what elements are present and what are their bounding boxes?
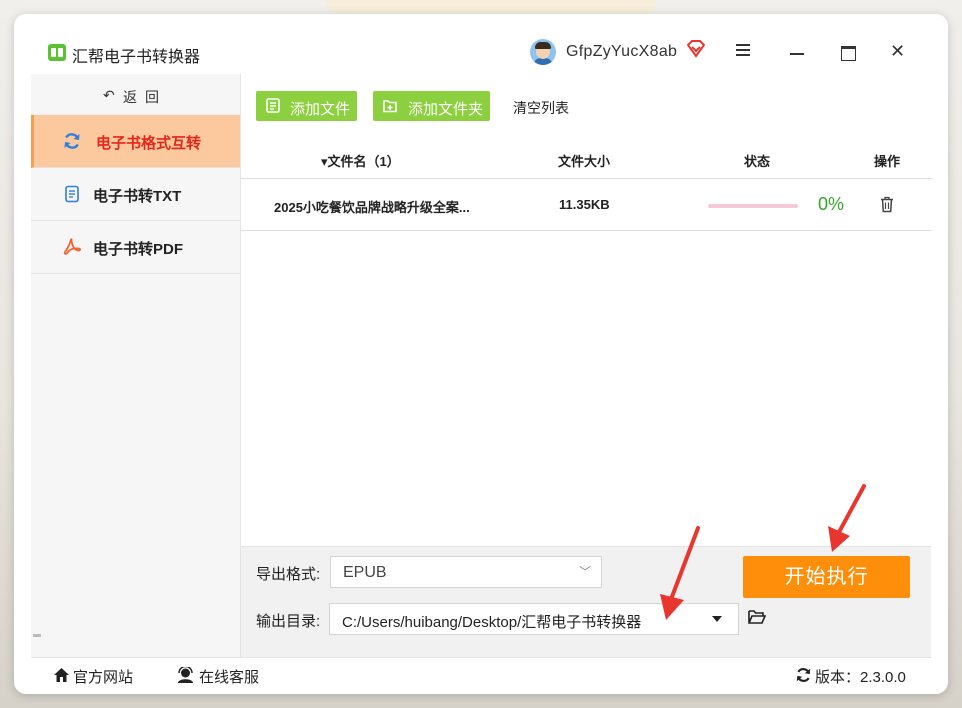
table-header: ▾文件名（1） 文件大小 状态 操作	[241, 146, 932, 179]
format-select[interactable]: EPUB ﹀	[330, 556, 602, 588]
annotation-arrow-dir	[660, 526, 700, 620]
clear-list-button[interactable]: 清空列表	[513, 98, 569, 118]
document-icon	[65, 185, 79, 203]
version-label[interactable]: 版本：2.3.0.0	[815, 666, 906, 687]
sidebar-item-txt[interactable]: 电子书转TXT	[31, 168, 240, 221]
column-header-action: 操作	[874, 154, 901, 169]
vip-diamond-icon[interactable]	[686, 40, 706, 58]
dropdown-caret-icon	[712, 616, 722, 622]
pdf-icon	[63, 238, 81, 255]
close-icon[interactable]: ✕	[890, 42, 905, 60]
sidebar: ↶ 返回 电子书格式互转 电子书转TXT 电子书转PDF	[31, 74, 241, 657]
back-label: 返回	[123, 89, 167, 105]
output-settings-panel: 导出格式: EPUB ﹀ 输出目录: C:/Users/huibang/Desk…	[241, 546, 931, 658]
add-file-button[interactable]: 添加文件	[256, 91, 357, 121]
official-website-link[interactable]: 官方网站	[73, 666, 133, 687]
output-dir-value: C:/Users/huibang/Desktop/汇帮电子书转换器	[342, 614, 642, 631]
add-folder-icon	[383, 100, 397, 113]
sidebar-item-format-convert[interactable]: 电子书格式互转	[31, 115, 240, 168]
format-label: 导出格式:	[256, 566, 321, 583]
add-file-label: 添加文件	[290, 101, 351, 118]
column-header-name[interactable]: ▾文件名（1）	[321, 151, 400, 170]
background-decoration	[326, 0, 656, 14]
sidebar-resize-handle[interactable]	[33, 634, 41, 637]
chevron-down-icon: ﹀	[578, 565, 591, 579]
table-row[interactable]: 2025小吃餐饮品牌战略升级全案... 11.35KB 0%	[241, 179, 932, 231]
app-logo-icon	[48, 44, 66, 61]
maximize-icon[interactable]	[841, 46, 856, 61]
refresh-icon	[796, 668, 811, 682]
user-avatar[interactable]	[530, 39, 556, 65]
menu-icon[interactable]	[736, 44, 750, 56]
sidebar-item-label: 电子书格式互转	[96, 135, 202, 152]
main-panel: 添加文件 添加文件夹 清空列表 ▾文件名（1） 文件大小 状态 操作 2025小…	[241, 74, 948, 546]
online-support-link[interactable]: 在线客服	[199, 666, 259, 687]
back-button[interactable]: ↶ 返回	[31, 74, 240, 115]
file-name: 2025小吃餐饮品牌战略升级全案...	[274, 200, 470, 215]
folder-open-icon[interactable]	[748, 609, 766, 625]
add-folder-label: 添加文件夹	[408, 101, 484, 118]
add-folder-button[interactable]: 添加文件夹	[373, 91, 490, 121]
footer: 官方网站 在线客服 版本：2.3.0.0	[31, 657, 931, 694]
column-header-size: 文件大小	[558, 154, 611, 169]
annotation-arrow-start	[828, 484, 866, 552]
sidebar-item-pdf[interactable]: 电子书转PDF	[31, 221, 240, 274]
add-file-icon	[266, 98, 280, 113]
column-header-status: 状态	[744, 154, 771, 169]
customer-service-icon	[178, 667, 193, 683]
trash-icon[interactable]	[880, 196, 894, 213]
refresh-icon	[64, 133, 80, 149]
app-window: 汇帮电子书转换器 GfpZyYucX8ab ✕ ↶ 返回 电子书格式互转 电子书…	[14, 14, 948, 694]
output-dir-label: 输出目录:	[256, 613, 321, 630]
sidebar-item-label: 电子书转PDF	[93, 241, 184, 258]
home-icon	[54, 668, 69, 682]
username[interactable]: GfpZyYucX8ab	[566, 43, 677, 61]
progress-bar	[708, 204, 798, 208]
back-arrow-icon: ↶	[103, 87, 115, 103]
sidebar-item-label: 电子书转TXT	[93, 188, 182, 205]
app-title: 汇帮电子书转换器	[72, 49, 201, 66]
title-bar: 汇帮电子书转换器 GfpZyYucX8ab ✕	[14, 14, 948, 74]
format-value: EPUB	[343, 564, 387, 581]
progress-percent: 0%	[818, 194, 845, 214]
minimize-icon[interactable]	[790, 53, 804, 55]
file-size: 11.35KB	[559, 197, 610, 212]
start-button[interactable]: 开始执行	[743, 556, 910, 598]
